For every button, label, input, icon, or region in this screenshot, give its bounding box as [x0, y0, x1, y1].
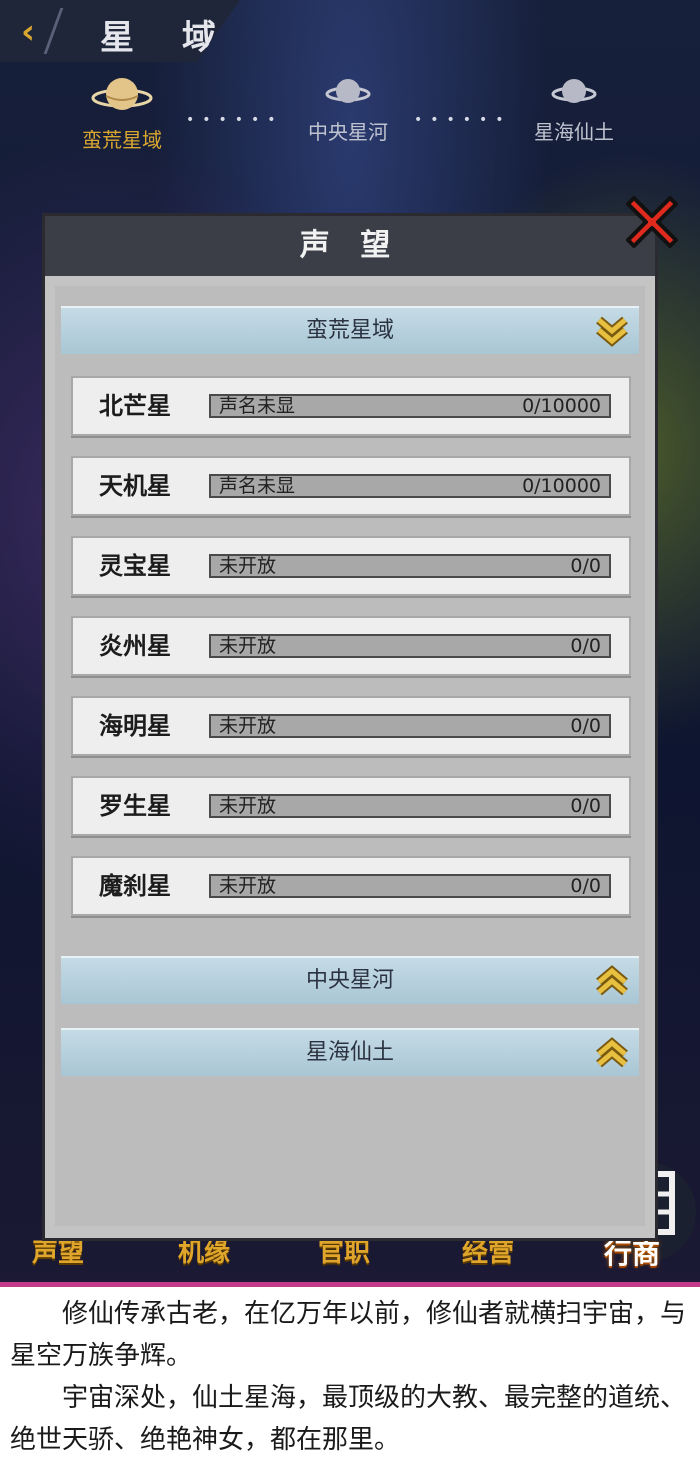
star-name: 海明星 — [99, 712, 171, 740]
reputation-list: 蛮荒星域 北芒星 声名未显 0/10000 天机星 声名未显 0/10000 灵… — [55, 286, 645, 1226]
reputation-value: 0/0 — [570, 795, 601, 817]
star-name: 罗生星 — [99, 792, 171, 820]
planet-icon — [91, 78, 153, 110]
reputation-bar: 未开放 0/0 — [209, 554, 611, 578]
group-title: 星海仙土 — [305, 1040, 394, 1065]
star-name: 魔刹星 — [99, 872, 171, 900]
planet-icon — [325, 79, 371, 103]
region-label: 中央星河 — [308, 120, 388, 144]
region-tab-zhongyang[interactable]: 中央星河 — [288, 74, 408, 145]
paragraph: 修仙传承古老，在亿万年以前，修仙者就横扫宇宙，与星空万族争辉。 — [10, 1299, 687, 1371]
region-label: 蛮荒星域 — [82, 128, 162, 152]
reputation-status: 声名未显 — [219, 475, 296, 497]
star-name: 炎州星 — [99, 632, 171, 660]
group-header-xinghai[interactable]: 星海仙土 — [61, 1028, 639, 1076]
dialog-header: 声 望 — [45, 216, 655, 276]
reputation-bar: 未开放 0/0 — [209, 874, 611, 898]
reputation-bar: 未开放 0/0 — [209, 714, 611, 738]
region-tab-manhuang[interactable]: 蛮荒星域 — [62, 74, 182, 153]
list-item: 罗生星 未开放 0/0 — [71, 776, 631, 836]
reputation-value: 0/0 — [570, 555, 601, 577]
group-header-zhongyang[interactable]: 中央星河 — [61, 956, 639, 1004]
region-label: 星海仙土 — [534, 120, 614, 144]
list-item: 魔刹星 未开放 0/0 — [71, 856, 631, 916]
list-item: 北芒星 声名未显 0/10000 — [71, 376, 631, 436]
reputation-status: 未开放 — [219, 555, 277, 577]
article-text: 修仙传承古老，在亿万年以前，修仙者就横扫宇宙，与星空万族争辉。 宇宙深处，仙土星… — [0, 1287, 700, 1468]
list-item: 海明星 未开放 0/0 — [71, 696, 631, 756]
reputation-bar: 未开放 0/0 — [209, 634, 611, 658]
divider — [43, 8, 64, 54]
chevron-up-icon[interactable] — [595, 964, 629, 998]
list-item: 天机星 声名未显 0/10000 — [71, 456, 631, 516]
reputation-value: 0/0 — [570, 875, 601, 897]
reputation-status: 未开放 — [219, 715, 277, 737]
star-name: 天机星 — [99, 472, 171, 500]
reputation-bar: 未开放 0/0 — [209, 794, 611, 818]
region-nav: 蛮荒星域 •••••• 中央星河 •••••• 星海仙土 — [0, 74, 700, 174]
reputation-status: 声名未显 — [219, 395, 296, 417]
reputation-status: 未开放 — [219, 635, 277, 657]
chevron-down-icon[interactable] — [595, 314, 629, 348]
reputation-value: 0/10000 — [522, 395, 601, 417]
paragraph: 宇宙深处，仙土星海，最顶级的大教、最完整的道统、绝世天骄、绝艳神女，都在那里。 — [10, 1383, 687, 1455]
chevron-up-icon[interactable] — [595, 1036, 629, 1070]
dialog-title: 声 望 — [299, 228, 401, 263]
progress-dots: •••••• — [414, 112, 512, 128]
region-tab-xinghai[interactable]: 星海仙土 — [514, 74, 634, 145]
group-title: 蛮荒星域 — [305, 318, 394, 343]
back-button[interactable]: ‹ — [10, 14, 46, 50]
reputation-bar: 声名未显 0/10000 — [209, 394, 611, 418]
planet-icon — [551, 79, 597, 103]
reputation-bar: 声名未显 0/10000 — [209, 474, 611, 498]
reputation-status: 未开放 — [219, 795, 277, 817]
reputation-value: 0/0 — [570, 715, 601, 737]
list-item: 炎州星 未开放 0/0 — [71, 616, 631, 676]
group-header-manhuang[interactable]: 蛮荒星域 — [61, 306, 639, 354]
close-icon[interactable] — [616, 186, 688, 258]
star-name: 北芒星 — [99, 392, 171, 420]
list-item: 灵宝星 未开放 0/0 — [71, 536, 631, 596]
reputation-value: 0/10000 — [522, 475, 601, 497]
star-name: 灵宝星 — [99, 552, 171, 580]
reputation-value: 0/0 — [570, 635, 601, 657]
reputation-dialog: 声 望 蛮荒星域 北芒星 声名未显 0/10000 天机星 声名未显 0/100… — [42, 213, 658, 1241]
progress-dots: •••••• — [186, 112, 284, 128]
group-title: 中央星河 — [305, 968, 394, 993]
reputation-status: 未开放 — [219, 875, 277, 897]
